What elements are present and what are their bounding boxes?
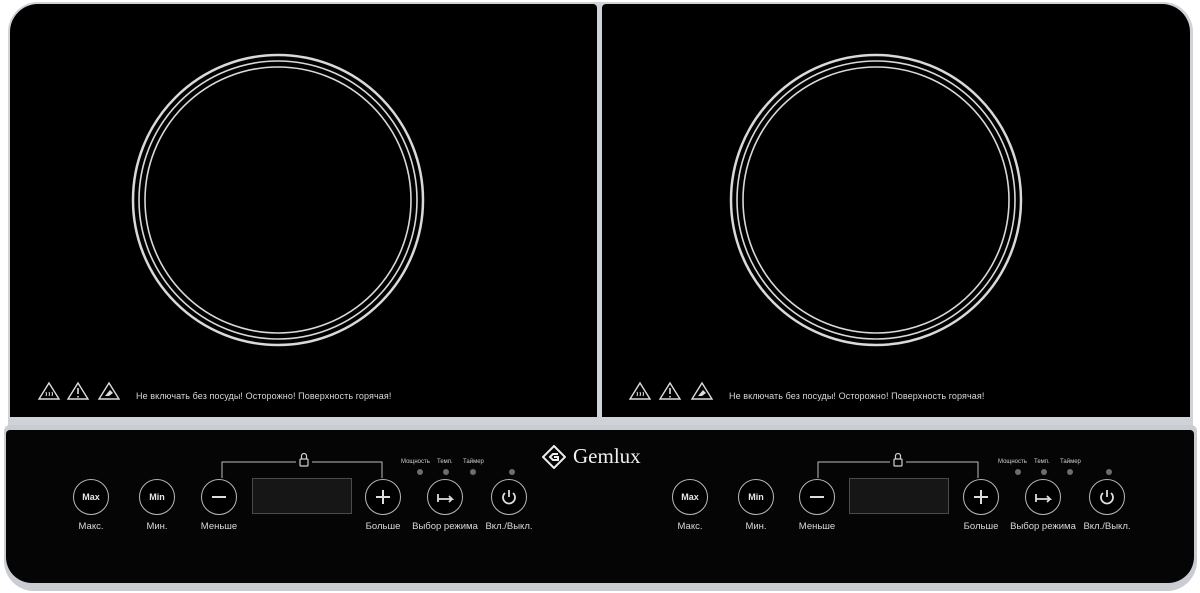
min-button[interactable]: Min — [738, 479, 774, 515]
timer-indicator-led — [470, 469, 476, 475]
power-indicator-label: Мощность — [401, 459, 430, 465]
minus-icon — [212, 496, 226, 498]
power-status-led — [509, 469, 515, 475]
plus-button[interactable] — [963, 479, 999, 515]
minus-label: Меньше — [798, 521, 836, 532]
right-zone-display — [849, 478, 949, 514]
left-burner — [131, 53, 425, 347]
minus-button[interactable] — [799, 479, 835, 515]
minus-icon — [810, 496, 824, 498]
left-zone-display — [252, 478, 352, 514]
plus-icon — [376, 490, 390, 504]
warning-icon — [66, 381, 90, 400]
hand-hazard-icon — [97, 381, 121, 400]
max-button[interactable]: Max — [73, 479, 109, 515]
power-button[interactable] — [1089, 479, 1125, 515]
safety-warning-text: Не включать без посуды! Осторожно! Повер… — [136, 391, 392, 401]
lock-icon — [893, 452, 903, 467]
timer-indicator-label: Таймер — [1060, 459, 1081, 465]
hot-surface-icon — [628, 381, 652, 400]
temp-indicator-label: Темп. — [437, 459, 453, 465]
lock-icon — [299, 452, 309, 467]
minus-label: Меньше — [200, 521, 238, 532]
burner-rings — [131, 53, 1023, 478]
timer-indicator-label: Таймер — [463, 459, 484, 465]
power-indicator-led — [417, 469, 423, 475]
mode-button[interactable] — [427, 479, 463, 515]
brand-name: Gemlux — [573, 444, 641, 468]
timer-indicator-led — [1067, 469, 1073, 475]
power-button[interactable] — [491, 479, 527, 515]
power-label: Вкл./Выкл. — [485, 521, 533, 532]
warning-icon — [658, 381, 682, 400]
power-indicator-led — [1015, 469, 1021, 475]
hand-hazard-icon — [690, 381, 714, 400]
brand-logo: Gemlux — [542, 444, 641, 469]
minus-button[interactable] — [201, 479, 237, 515]
power-label: Вкл./Выкл. — [1083, 521, 1131, 532]
right-burner — [729, 53, 1023, 347]
temp-indicator-label: Темп. — [1034, 459, 1050, 465]
mode-arrow-icon — [1035, 494, 1053, 503]
power-status-led — [1106, 469, 1112, 475]
power-icon — [1100, 490, 1114, 505]
max-button[interactable]: Max — [672, 479, 708, 515]
hot-surface-icon — [37, 381, 61, 400]
lock-bracket-right — [817, 461, 979, 478]
safety-warning-text: Не включать без посуды! Осторожно! Повер… — [729, 391, 985, 401]
power-indicator-label: Мощность — [998, 459, 1027, 465]
min-button[interactable]: Min — [139, 479, 175, 515]
gemlux-logo-icon — [542, 444, 566, 469]
temp-indicator-led — [443, 469, 449, 475]
power-icon — [502, 490, 516, 505]
lock-bracket-left — [221, 461, 383, 478]
temp-indicator-led — [1041, 469, 1047, 475]
plus-icon — [974, 490, 988, 504]
mode-button[interactable] — [1025, 479, 1061, 515]
induction-cooktop: Не включать без посуды! Осторожно! Повер… — [0, 0, 1200, 593]
plus-button[interactable] — [365, 479, 401, 515]
mode-arrow-icon — [437, 494, 455, 503]
